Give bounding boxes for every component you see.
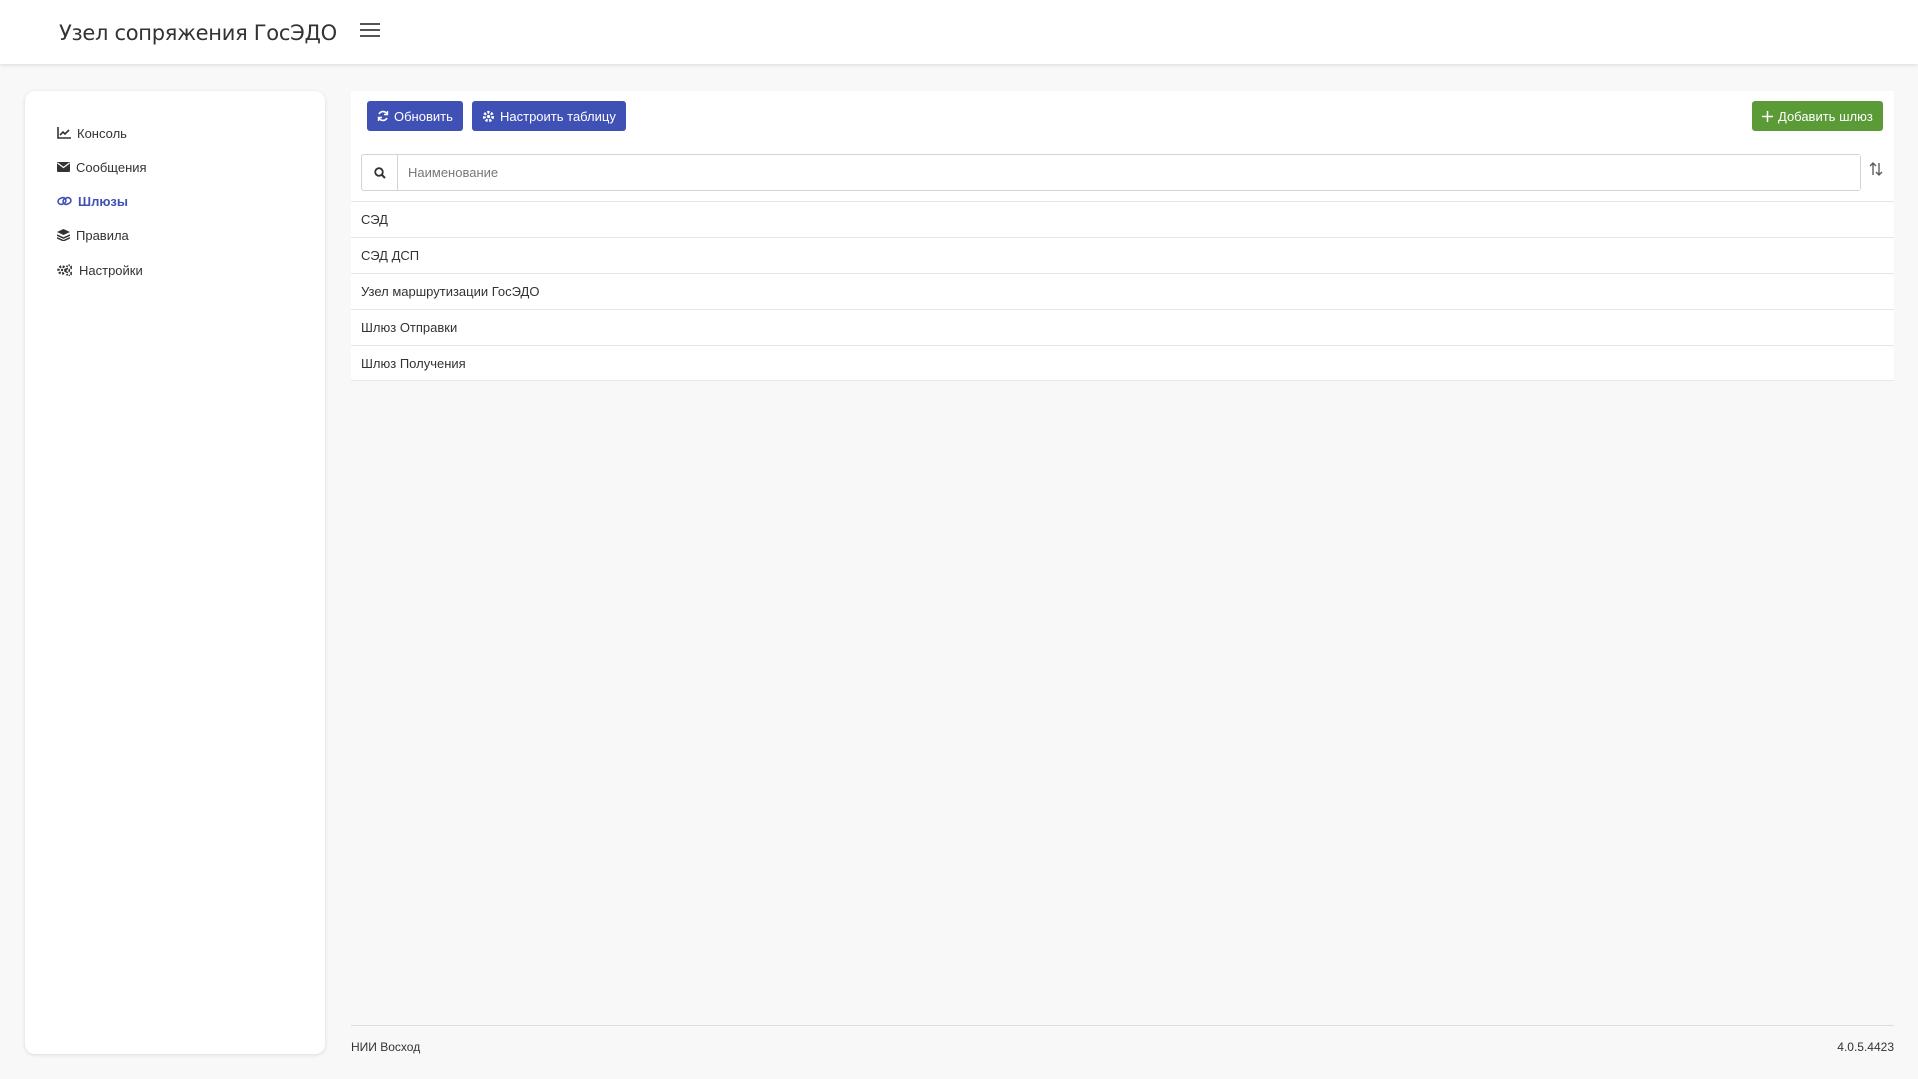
sidebar-item-label: Шлюзы: [78, 193, 128, 209]
cogs-icon: [57, 264, 73, 276]
list-item[interactable]: СЭД ДСП: [351, 237, 1894, 273]
list-item[interactable]: Шлюз Отправки: [351, 309, 1894, 345]
list-item[interactable]: СЭД: [351, 201, 1894, 237]
list-item[interactable]: Шлюз Получения: [351, 345, 1894, 381]
sidebar-item-label: Правила: [76, 227, 129, 243]
sidebar-item-console[interactable]: Консоль: [57, 123, 127, 143]
line-chart-icon: [57, 127, 71, 139]
configure-table-button-label: Настроить таблицу: [500, 108, 616, 124]
refresh-icon: [377, 110, 389, 122]
sidebar-item-label: Консоль: [77, 125, 127, 141]
sidebar-item-rules[interactable]: Правила: [57, 225, 129, 245]
top-bar: Узел сопряжения ГосЭДО: [0, 0, 1918, 64]
gateways-panel: Обновить Настроить таблицу Добавить шлюз…: [351, 91, 1894, 381]
sidebar-item-settings[interactable]: Настройки: [57, 260, 143, 280]
add-gateway-button-label: Добавить шлюз: [1778, 108, 1873, 124]
search-box: [361, 154, 1861, 191]
refresh-button[interactable]: Обновить: [367, 101, 463, 131]
add-gateway-button[interactable]: Добавить шлюз: [1752, 101, 1883, 131]
search-icon: [373, 166, 386, 179]
gear-icon: [482, 110, 495, 122]
layers-icon: [57, 229, 70, 241]
sidebar: Консоль Сообщения Шлюзы Правила Настройк…: [25, 91, 325, 1054]
search-icon-button[interactable]: [362, 155, 398, 190]
plus-icon: [1762, 110, 1773, 122]
list-item[interactable]: Узел маршрутизации ГосЭДО: [351, 273, 1894, 309]
menu-toggle-icon[interactable]: [360, 20, 382, 42]
footer-org: НИИ Восход: [351, 1040, 421, 1054]
sidebar-item-label: Сообщения: [76, 159, 147, 175]
app-title: Узел сопряжения ГосЭДО: [59, 21, 337, 45]
configure-table-button[interactable]: Настроить таблицу: [472, 101, 626, 131]
search-input[interactable]: [398, 155, 1860, 190]
sidebar-item-label: Настройки: [79, 262, 143, 278]
sort-icon[interactable]: [1869, 161, 1889, 183]
refresh-button-label: Обновить: [394, 108, 453, 124]
link-icon: [57, 196, 72, 206]
sidebar-item-messages[interactable]: Сообщения: [57, 157, 147, 177]
gateway-list: СЭД СЭД ДСП Узел маршрутизации ГосЭДО Шл…: [351, 201, 1894, 381]
sidebar-item-gateways[interactable]: Шлюзы: [57, 191, 128, 211]
footer-version: 4.0.5.4423: [1837, 1040, 1894, 1054]
footer-divider: [351, 1025, 1894, 1026]
envelope-icon: [57, 162, 70, 172]
